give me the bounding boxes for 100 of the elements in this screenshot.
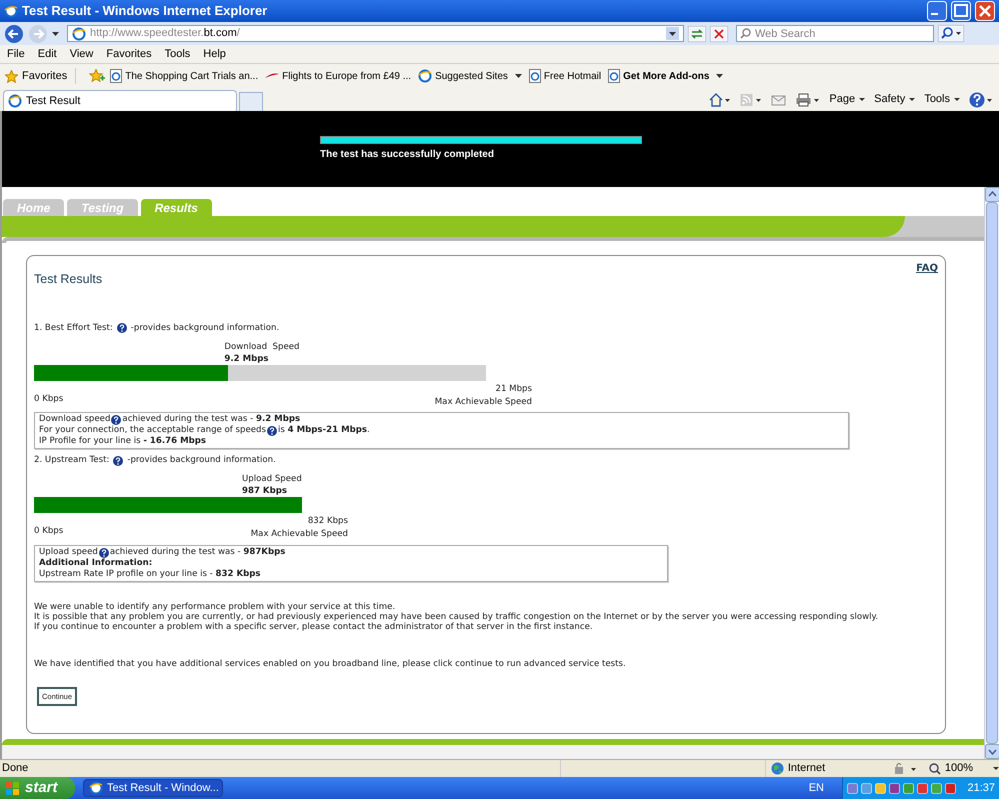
- page-icon: [608, 69, 620, 83]
- windows-logo-icon: [5, 780, 21, 796]
- help-icon[interactable]: [111, 414, 122, 425]
- caret-icon: [514, 74, 522, 78]
- feed-icon[interactable]: [740, 92, 762, 106]
- tray-icon[interactable]: [903, 782, 914, 794]
- home-icon[interactable]: [709, 92, 732, 106]
- star-icon: [5, 70, 18, 82]
- tray-icon[interactable]: [917, 782, 928, 794]
- back-button[interactable]: [4, 24, 24, 44]
- caret-icon: [909, 98, 916, 101]
- close-button[interactable]: [975, 1, 995, 21]
- scale-min-label: 0 Kbps: [34, 525, 64, 538]
- status-message: The test has successfully completed: [320, 148, 494, 162]
- message-text: We were unable to identify any performance problem with your service at this time.: [34, 602, 396, 612]
- search-button[interactable]: [938, 25, 964, 42]
- info-text: For your connection, the acceptable range of speeds: [39, 424, 266, 436]
- favorites-button[interactable]: Favorites: [5, 68, 76, 84]
- zoom-icon: [928, 762, 941, 774]
- tray-icon[interactable]: [875, 782, 886, 794]
- info-text: Additional Information:: [39, 557, 152, 570]
- favorite-link[interactable]: Get More Add-ons: [608, 68, 724, 84]
- mail-icon[interactable]: [771, 92, 788, 106]
- info-text: is 4 Mbps-21 Mbps.: [278, 424, 370, 438]
- address-field[interactable]: http://www.speedtester.bt.com/: [67, 25, 684, 42]
- info-text: achieved during the test was - 987Kbps: [110, 546, 286, 558]
- language-indicator[interactable]: EN: [808, 780, 824, 796]
- caret-icon: [993, 767, 999, 770]
- speed-label: Download Speed: [224, 342, 300, 352]
- info-text: Upload speed: [39, 546, 98, 558]
- printer-icon[interactable]: [796, 92, 820, 106]
- caret-icon: [716, 74, 724, 78]
- page-icon: [110, 69, 122, 83]
- scroll-up-icon[interactable]: [985, 187, 999, 202]
- refresh-icon[interactable]: [688, 26, 706, 42]
- help-icon[interactable]: [116, 323, 127, 334]
- message-text: It is possible that any problem you are currently, or had previously experienced may have been caused by traffic congestion on the Internet or by the server you were accessing responding slowly.: [34, 612, 880, 622]
- menu-item[interactable]: Tools: [164, 46, 190, 62]
- page-icon: [528, 69, 541, 83]
- notice-text: We have identified that you have additional services enabled on you broadband line, please click continue to run advanced service tests.: [34, 658, 627, 671]
- help-icon[interactable]: [113, 456, 124, 466]
- hint-text: -provides background information.: [130, 322, 280, 335]
- test-heading: 1. Best Effort Test:: [34, 322, 113, 335]
- speed-value: 987 Kbps: [242, 486, 288, 496]
- caret-icon[interactable]: [52, 32, 59, 36]
- add-favorite-icon[interactable]: [89, 69, 106, 83]
- menu-item[interactable]: Favorites: [106, 46, 152, 62]
- message-text: If you continue to encounter a problem with a specific server, please contact the administrator of that server in the first instance.: [34, 622, 594, 632]
- command-menu[interactable]: Tools: [924, 91, 960, 108]
- help-menu-icon[interactable]: [969, 92, 993, 108]
- tray-icon[interactable]: [889, 782, 900, 794]
- info-text: Upstream Rate IP profile on your line is - 832 Kbps: [39, 568, 261, 582]
- faq-link[interactable]: FAQ: [916, 261, 938, 276]
- swoosh-icon: [265, 72, 280, 80]
- tray-icon[interactable]: [847, 782, 858, 794]
- menu-item[interactable]: File: [7, 46, 25, 62]
- scale-max-value: 832 Kbps: [308, 515, 348, 528]
- scale-max-value: 21 Mbps: [496, 382, 532, 396]
- maximize-button[interactable]: [951, 1, 971, 21]
- hint-text: -provides background information.: [127, 454, 276, 468]
- favorite-link[interactable]: Flights to Europe from £49 ...: [265, 68, 412, 84]
- info-text: IP Profile for your line is - 16.76 Mbps: [39, 435, 206, 448]
- menu-item[interactable]: Help: [203, 46, 226, 62]
- taskbar-button[interactable]: Test Result - Window...: [83, 779, 223, 797]
- scale-max-label: Max Achievable Speed: [250, 528, 348, 542]
- favorite-link[interactable]: Free Hotmail: [528, 68, 602, 84]
- favorite-link[interactable]: Suggested Sites: [418, 68, 522, 84]
- globe-icon: [770, 762, 784, 775]
- tray-icon[interactable]: [861, 782, 872, 794]
- speed-value: 9.2 Mbps: [224, 354, 270, 364]
- start-button[interactable]: start: [0, 777, 75, 799]
- command-menu[interactable]: Safety: [874, 91, 916, 108]
- caret-icon: [859, 98, 866, 101]
- minimize-button[interactable]: [927, 1, 947, 21]
- menu-item[interactable]: Edit: [38, 46, 57, 62]
- dropdown-icon[interactable]: [666, 27, 679, 40]
- status-text: Done: [1, 761, 30, 776]
- scale-max-label: Max Achievable Speed: [434, 396, 532, 408]
- help-icon[interactable]: [267, 426, 277, 436]
- caret-icon: [954, 98, 960, 101]
- page-icon: [72, 26, 86, 40]
- tray-icon[interactable]: [931, 782, 942, 794]
- search-icon: [740, 28, 751, 39]
- menu-item[interactable]: View: [70, 46, 94, 62]
- command-menu[interactable]: Page: [829, 91, 866, 108]
- info-text: achieved during the test was - 9.2 Mbps: [122, 413, 300, 426]
- stop-icon[interactable]: [710, 26, 728, 42]
- browser-tab[interactable]: Test Result: [3, 90, 237, 111]
- test-heading: 2. Upstream Test:: [34, 454, 110, 468]
- tray-icon[interactable]: [945, 782, 956, 794]
- speed-label: Upload Speed: [242, 474, 302, 484]
- favorite-link[interactable]: The Shopping Cart Trials an...: [110, 68, 258, 84]
- zoom-control[interactable]: 100%: [928, 760, 999, 777]
- help-icon[interactable]: [98, 548, 109, 558]
- info-text: Download speed: [39, 413, 110, 426]
- browser-logo-icon: [4, 4, 18, 18]
- scrollbar[interactable]: [984, 187, 999, 759]
- scroll-down-icon[interactable]: [985, 744, 999, 759]
- page-icon: [8, 94, 22, 108]
- search-field[interactable]: Web Search: [736, 25, 934, 42]
